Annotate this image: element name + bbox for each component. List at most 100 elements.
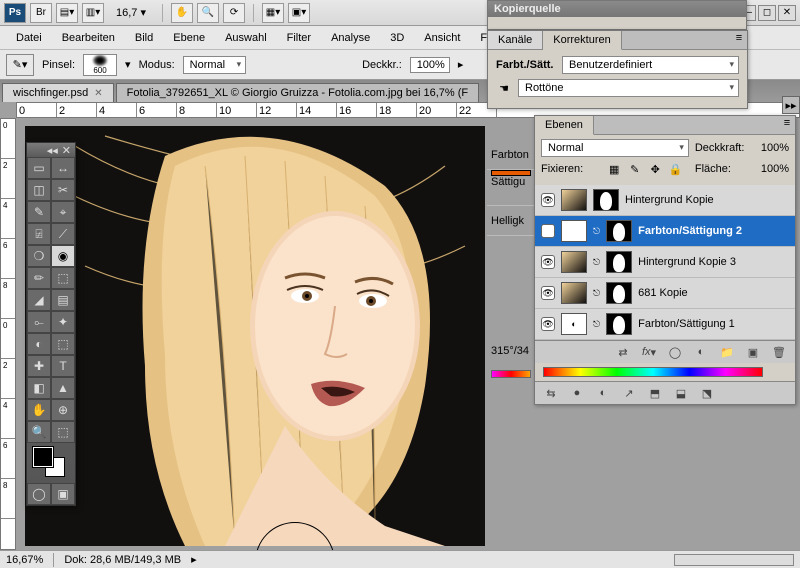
finger-icon[interactable]: ☚ (496, 81, 512, 95)
tool-19[interactable]: T (51, 355, 75, 377)
brush-preview[interactable]: 600 (83, 54, 117, 76)
visibility-icon[interactable]: 👁 (541, 317, 555, 331)
close-icon[interactable]: ✕ (94, 88, 102, 99)
filmstrip-icon[interactable]: ▥▾ (82, 3, 104, 23)
tool-6[interactable]: ⍯ (27, 223, 51, 245)
menu-auswahl[interactable]: Auswahl (217, 29, 275, 47)
screenmode-icon[interactable]: ▣ (51, 483, 75, 505)
mask-thumb[interactable] (593, 189, 619, 211)
layer-row[interactable]: 👁◐⎋Farbton/Sättigung 2 (535, 216, 795, 247)
tool-21[interactable]: ▲ (51, 377, 75, 399)
tool-9[interactable]: ◉ (51, 245, 75, 267)
opacity-slider-icon[interactable]: ▸ (458, 58, 464, 71)
tool-15[interactable]: ✦ (51, 311, 75, 333)
tool-14[interactable]: ⟜ (27, 311, 51, 333)
clone-source-title[interactable]: Kopierquelle (488, 1, 746, 17)
bridge-icon[interactable]: Br (30, 3, 52, 23)
mask-thumb[interactable] (606, 251, 632, 273)
mask-thumb[interactable] (606, 313, 632, 335)
tab-kanaele[interactable]: Kanäle (488, 31, 543, 49)
tab-wischfinger[interactable]: wischfinger.psd✕ (2, 83, 114, 102)
tool-13[interactable]: ▤ (51, 289, 75, 311)
layer-row[interactable]: 👁◐⎋Farbton/Sättigung 1 (535, 309, 795, 340)
tool-22[interactable]: ✋ (27, 399, 51, 421)
tool-1[interactable]: ↔ (51, 157, 75, 179)
canvas[interactable] (25, 126, 485, 546)
fx-icon[interactable]: fx▾ (641, 345, 657, 359)
preset-select[interactable]: Benutzerdefiniert (562, 56, 739, 74)
mask-icon[interactable]: ◯ (667, 345, 683, 359)
arrange-icon[interactable]: ▦▾ (262, 3, 284, 23)
menu-ansicht[interactable]: Ansicht (416, 29, 468, 47)
lock-all-icon[interactable]: 🔒 (668, 162, 682, 176)
menu-bild[interactable]: Bild (127, 29, 161, 47)
tool-0[interactable]: ▭ (27, 157, 51, 179)
tool-5[interactable]: ⌖ (51, 201, 75, 223)
close-button[interactable]: ✕ (778, 5, 796, 21)
menu-filter[interactable]: Filter (279, 29, 319, 47)
tool-18[interactable]: ✚ (27, 355, 51, 377)
visibility-icon[interactable]: 👁 (541, 193, 555, 207)
adj-footer-icon-4[interactable]: ⬒ (647, 386, 663, 400)
layer-row[interactable]: 👁⎋Hintergrund Kopie 3 (535, 247, 795, 278)
tool-8[interactable]: ❍ (27, 245, 51, 267)
tool-23[interactable]: ⊕ (51, 399, 75, 421)
expand-panels-icon[interactable]: ▸▸ (782, 96, 800, 114)
tool-11[interactable]: ⬚ (51, 267, 75, 289)
channel-select[interactable]: Rottöne (518, 79, 739, 97)
visibility-icon[interactable]: 👁 (541, 224, 555, 238)
tool-17[interactable]: ⬚ (51, 333, 75, 355)
rotate-view-icon[interactable]: ⟳ (223, 3, 245, 23)
visibility-icon[interactable]: 👁 (541, 255, 555, 269)
lock-paint-icon[interactable]: ✎ (627, 162, 641, 176)
tool-2[interactable]: ◫ (27, 179, 51, 201)
tool-4[interactable]: ✎ (27, 201, 51, 223)
link-icon[interactable]: ⇄ (615, 345, 631, 359)
lock-transparent-icon[interactable]: ▦ (607, 162, 621, 176)
opacity-input[interactable]: 100% (410, 57, 450, 73)
status-zoom[interactable]: 16,67% (6, 554, 43, 566)
adj-footer-icon-0[interactable]: ⇆ (543, 386, 559, 400)
tool-12[interactable]: ◢ (27, 289, 51, 311)
blend-mode-select[interactable]: Normal (183, 56, 246, 74)
tool-7[interactable]: ⟋ (51, 223, 75, 245)
folder-icon[interactable]: 📁 (719, 345, 735, 359)
menu-datei[interactable]: Datei (8, 29, 50, 47)
adj-footer-icon-5[interactable]: ⬓ (673, 386, 689, 400)
tab-ebenen[interactable]: Ebenen (535, 116, 594, 135)
tool-20[interactable]: ◧ (27, 377, 51, 399)
lock-move-icon[interactable]: ✥ (648, 162, 662, 176)
quickmask-icon[interactable]: ◯ (27, 483, 51, 505)
layer-row[interactable]: 👁Hintergrund Kopie (535, 185, 795, 216)
toolbox-collapse-icon[interactable]: ◂◂ (47, 144, 58, 157)
scrollbar-h[interactable] (674, 554, 794, 566)
menu-analyse[interactable]: Analyse (323, 29, 378, 47)
maximize-button[interactable]: ◻ (758, 5, 776, 21)
layer-opacity-input[interactable]: 100% (761, 142, 789, 154)
screen-mode-icon[interactable]: ▣▾ (288, 3, 310, 23)
tool-10[interactable]: ✏ (27, 267, 51, 289)
menu-ebene[interactable]: Ebene (165, 29, 213, 47)
adjustment-icon[interactable]: ◐ (693, 345, 709, 359)
mask-thumb[interactable] (606, 220, 632, 242)
layers-menu-icon[interactable]: ≡ (779, 116, 795, 130)
trash-icon[interactable]: 🗑 (771, 345, 787, 359)
foreground-color[interactable] (33, 447, 53, 467)
mask-thumb[interactable] (606, 282, 632, 304)
panel-menu-icon[interactable]: ≡ (731, 31, 747, 45)
tool-16[interactable]: ◐ (27, 333, 51, 355)
menu-bearbeiten[interactable]: Bearbeiten (54, 29, 123, 47)
toolbox-close-icon[interactable]: ✕ (62, 144, 71, 157)
tab-fotolia[interactable]: Fotolia_3792651_XL © Giorgio Gruizza - F… (116, 83, 480, 102)
adj-footer-icon-1[interactable]: ● (569, 386, 585, 400)
menu-3d[interactable]: 3D (382, 29, 412, 47)
tool-25[interactable]: ⬚ (51, 421, 75, 443)
layer-blend-select[interactable]: Normal (541, 139, 689, 157)
layer-row[interactable]: 👁⎋681 Kopie (535, 278, 795, 309)
new-layer-icon[interactable]: ▣ (745, 345, 761, 359)
adj-footer-icon-3[interactable]: ↗ (621, 386, 637, 400)
tool-24[interactable]: 🔍 (27, 421, 51, 443)
visibility-icon[interactable]: 👁 (541, 286, 555, 300)
fill-input[interactable]: 100% (761, 163, 789, 175)
adj-footer-icon-6[interactable]: ⬔ (699, 386, 715, 400)
